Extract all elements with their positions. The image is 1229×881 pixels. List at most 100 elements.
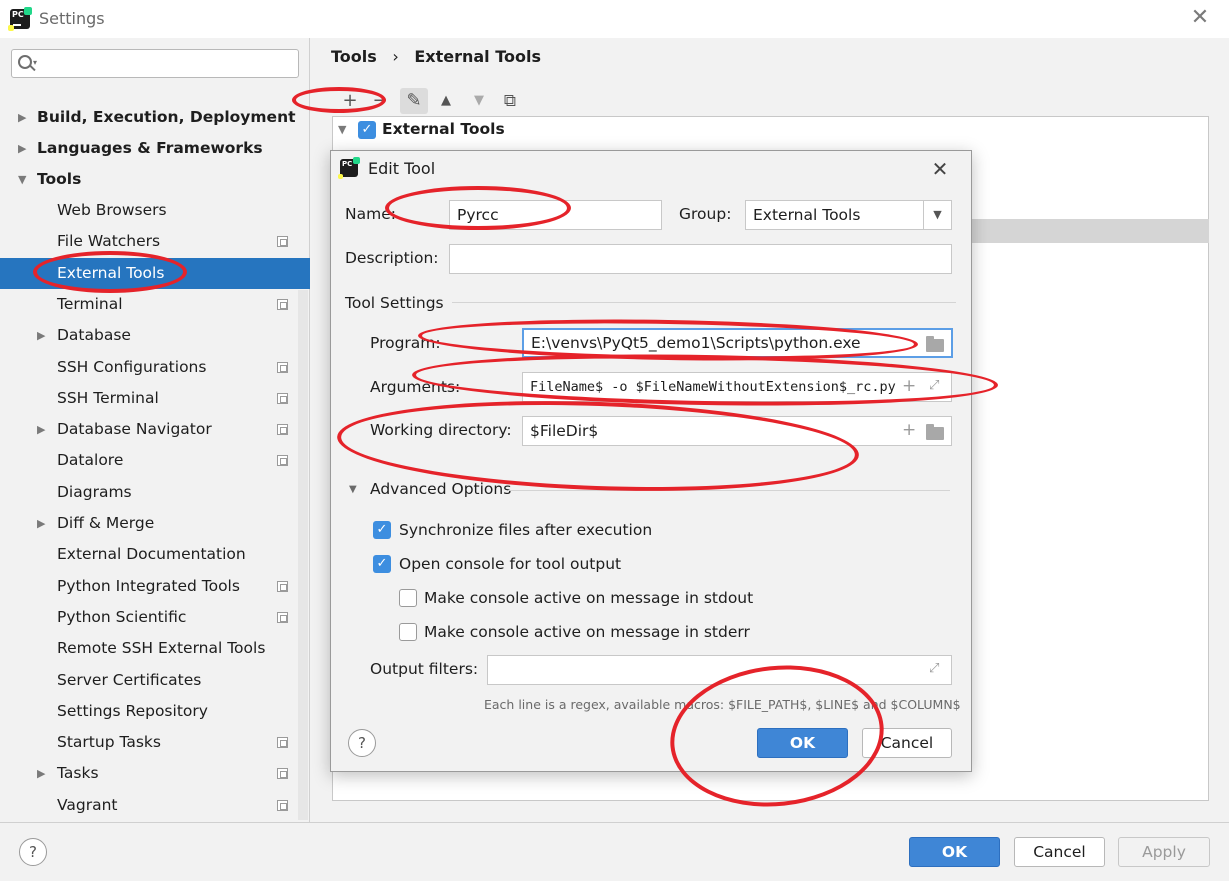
stderr-checkbox[interactable] [399, 623, 417, 641]
sidebar-item-diagrams[interactable]: Diagrams [0, 477, 310, 508]
ok-button[interactable]: OK [909, 837, 1000, 867]
stdout-label: Make console active on message in stdout [424, 589, 754, 607]
help-button[interactable]: ? [19, 838, 47, 866]
sidebar-item-label: Tasks [57, 764, 99, 782]
description-field[interactable] [449, 244, 952, 274]
project-level-icon [277, 768, 288, 779]
name-field[interactable]: Pyrcc [449, 200, 662, 230]
arguments-field[interactable]: FileName$ -o $FileNameWithoutExtension$_… [522, 372, 952, 402]
project-level-icon [277, 424, 288, 435]
advanced-options-heading[interactable]: Advanced Options [370, 480, 511, 498]
sidebar-group-tools[interactable]: ▼ Tools [0, 164, 310, 195]
sidebar-item-label: Database Navigator [57, 420, 212, 438]
sidebar-item-label: Vagrant [57, 796, 118, 814]
group-combo[interactable]: External Tools [745, 200, 924, 230]
program-label: Program: [370, 334, 441, 352]
sidebar-item-ssh-configurations[interactable]: SSH Configurations [0, 352, 310, 383]
external-tools-toolbar: + − ✎ ▲ ▼ ⧉ [332, 86, 1209, 116]
chevron-down-icon[interactable]: ▼ [923, 200, 952, 230]
window-close-icon[interactable]: ✕ [1189, 6, 1211, 30]
folder-icon[interactable] [926, 424, 944, 440]
remove-tool-button[interactable]: − [366, 88, 394, 114]
section-divider [508, 490, 950, 491]
expand-icon[interactable]: ⤢ [929, 378, 939, 393]
sidebar-item-web-browsers[interactable]: Web Browsers [0, 195, 310, 226]
working-directory-field[interactable]: $FileDir$ [522, 416, 952, 446]
project-level-icon [277, 362, 288, 373]
output-filters-field[interactable] [487, 655, 952, 685]
collapse-arrow-icon[interactable]: ▼ [338, 123, 346, 136]
sidebar-group-build[interactable]: ▶ Build, Execution, Deployment [0, 102, 310, 133]
sidebar-item-vagrant[interactable]: Vagrant [0, 790, 310, 821]
dialog-help-button[interactable]: ? [348, 729, 376, 757]
search-input[interactable] [11, 49, 299, 78]
sidebar-item-external-documentation[interactable]: External Documentation [0, 539, 310, 570]
collapse-arrow-icon[interactable]: ▼ [349, 484, 357, 495]
insert-macro-icon[interactable]: + [902, 376, 916, 396]
expand-arrow-icon[interactable]: ▶ [37, 320, 45, 351]
sidebar-item-database[interactable]: ▶ Database [0, 320, 310, 351]
section-divider [452, 302, 956, 303]
selected-tool-row[interactable] [960, 219, 1209, 243]
project-level-icon [277, 800, 288, 811]
sidebar-item-label: Python Integrated Tools [57, 577, 240, 595]
tool-settings-heading: Tool Settings [345, 294, 444, 312]
sidebar-item-python-integrated-tools[interactable]: Python Integrated Tools [0, 571, 310, 602]
sidebar-item-label: File Watchers [57, 232, 161, 250]
cancel-button[interactable]: Cancel [1014, 837, 1105, 867]
expand-arrow-icon: ▶ [18, 142, 27, 155]
sidebar-item-label: Database [57, 326, 131, 344]
sidebar-item-external-tools[interactable]: External Tools [0, 258, 310, 289]
breadcrumb-tools[interactable]: Tools [331, 47, 377, 66]
apply-button[interactable]: Apply [1118, 837, 1210, 867]
external-tools-group-label: External Tools [382, 120, 505, 138]
move-down-button[interactable]: ▼ [465, 88, 493, 114]
sidebar-item-remote-ssh-external-tools[interactable]: Remote SSH External Tools [0, 633, 310, 664]
expand-icon[interactable]: ⤢ [929, 661, 939, 676]
copy-tool-button[interactable]: ⧉ [496, 88, 524, 114]
expand-arrow-icon[interactable]: ▶ [37, 414, 45, 445]
sidebar-item-python-scientific[interactable]: Python Scientific [0, 602, 310, 633]
open-console-label: Open console for tool output [399, 555, 622, 573]
sidebar-item-label: Startup Tasks [57, 733, 161, 751]
sidebar-item-file-watchers[interactable]: File Watchers [0, 226, 310, 257]
dialog-ok-button[interactable]: OK [757, 728, 848, 758]
stdout-checkbox[interactable] [399, 589, 417, 607]
sidebar-item-label: Diagrams [57, 483, 132, 501]
project-level-icon [277, 393, 288, 404]
search-dropdown-icon[interactable]: ▾ [33, 58, 37, 67]
move-up-button[interactable]: ▲ [432, 88, 460, 114]
breadcrumb: Tools › External Tools [331, 47, 541, 66]
expand-arrow-icon[interactable]: ▶ [37, 758, 45, 789]
sidebar-item-database-navigator[interactable]: ▶ Database Navigator [0, 414, 310, 445]
expand-arrow-icon[interactable]: ▶ [37, 508, 45, 539]
folder-icon[interactable] [926, 336, 944, 352]
sidebar-item-startup-tasks[interactable]: Startup Tasks [0, 727, 310, 758]
sidebar-item-datalore[interactable]: Datalore [0, 445, 310, 476]
project-level-icon [277, 455, 288, 466]
sidebar-item-label: Remote SSH External Tools [57, 639, 266, 657]
sidebar-item-terminal[interactable]: Terminal [0, 289, 310, 320]
sidebar-item-label: External Documentation [57, 545, 246, 563]
sync-files-checkbox[interactable]: ✓ [373, 521, 391, 539]
project-level-icon [277, 612, 288, 623]
sidebar-item-diff-merge[interactable]: ▶ Diff & Merge [0, 508, 310, 539]
sidebar-group-languages[interactable]: ▶ Languages & Frameworks [0, 133, 310, 164]
program-field[interactable]: E:\venvs\PyQt5_demo1\Scripts\python.exe [522, 328, 953, 358]
sidebar-item-server-certificates[interactable]: Server Certificates [0, 665, 310, 696]
working-directory-label: Working directory: [370, 421, 512, 439]
sidebar-item-settings-repository[interactable]: Settings Repository [0, 696, 310, 727]
external-tools-group-checkbox[interactable]: ✓ [358, 121, 376, 139]
dialog-cancel-button[interactable]: Cancel [862, 728, 952, 758]
dialog-close-icon[interactable]: ✕ [929, 157, 951, 181]
open-console-checkbox[interactable]: ✓ [373, 555, 391, 573]
sidebar-item-ssh-terminal[interactable]: SSH Terminal [0, 383, 310, 414]
project-level-icon [277, 737, 288, 748]
window-title: Settings [39, 9, 105, 28]
insert-macro-icon[interactable]: + [902, 420, 916, 440]
sidebar-item-label: Python Scientific [57, 608, 187, 626]
output-filters-hint: Each line is a regex, available macros: … [484, 697, 961, 712]
edit-tool-button[interactable]: ✎ [400, 88, 428, 114]
add-tool-button[interactable]: + [336, 88, 364, 114]
sidebar-item-tasks[interactable]: ▶ Tasks [0, 758, 310, 789]
